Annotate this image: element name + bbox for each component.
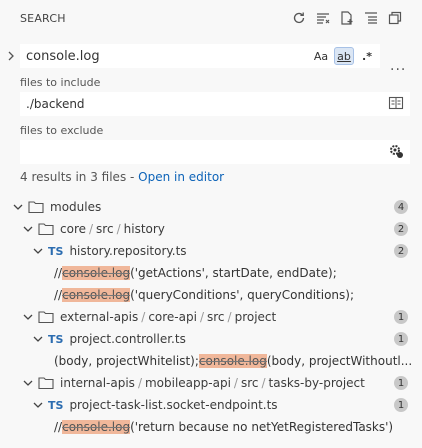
path-segment: project bbox=[234, 310, 277, 324]
match-row[interactable]: // console.log ('queryConditions', queryC… bbox=[0, 284, 422, 306]
typescript-file-icon: TS bbox=[48, 398, 64, 412]
path-segment: tasks-by-project bbox=[268, 376, 365, 390]
path-segment: src bbox=[240, 376, 259, 390]
file-name: project.controller.ts bbox=[69, 332, 186, 346]
match-row[interactable]: // console.log ('getActions', startDate, … bbox=[0, 262, 422, 284]
chevron-down-icon bbox=[32, 333, 44, 345]
refresh-icon[interactable] bbox=[290, 9, 308, 27]
folder-icon bbox=[38, 310, 54, 324]
folder-row[interactable]: internal-apis / mobileapp-api / src / tasks… bbox=[0, 372, 422, 394]
search-header: SEARCH bbox=[0, 0, 422, 36]
include-field bbox=[20, 92, 410, 116]
match-highlight: console.log bbox=[62, 288, 131, 302]
path-segment: internal-apis bbox=[60, 376, 135, 390]
folder-row[interactable]: core / src / history 2 bbox=[0, 218, 422, 240]
search-box: Aa ab .* bbox=[20, 44, 380, 68]
chevron-down-icon bbox=[22, 377, 34, 389]
path-segment: external-apis bbox=[60, 310, 139, 324]
file-row[interactable]: TS project.controller.ts 1 bbox=[0, 328, 422, 350]
count-badge: 2 bbox=[394, 222, 408, 236]
include-input[interactable] bbox=[26, 97, 388, 111]
count-badge: 1 bbox=[394, 310, 408, 324]
typescript-file-icon: TS bbox=[48, 332, 64, 346]
match-case-button[interactable]: Aa bbox=[311, 47, 331, 65]
open-editors-only-icon[interactable] bbox=[388, 96, 404, 113]
match-prefix: // bbox=[54, 420, 63, 434]
results-count: 4 results in 3 files - bbox=[20, 170, 139, 184]
toggle-search-details-icon[interactable]: ··· bbox=[390, 62, 406, 78]
chevron-down-icon bbox=[32, 245, 44, 257]
match-row[interactable]: (body, projectWhitelist); console.log (bo… bbox=[0, 350, 422, 372]
match-row[interactable]: // console.log ('return because no netYet… bbox=[0, 416, 422, 438]
header-actions bbox=[290, 9, 404, 27]
whole-word-button[interactable]: ab bbox=[334, 47, 354, 65]
typescript-file-icon: TS bbox=[48, 244, 64, 258]
chevron-down-icon bbox=[12, 201, 24, 213]
open-in-editor-icon[interactable] bbox=[386, 9, 404, 27]
use-exclude-settings-icon[interactable] bbox=[388, 143, 404, 162]
match-suffix: ('getActions', startDate, endDate); bbox=[130, 266, 337, 280]
open-in-editor-link[interactable]: Open in editor bbox=[138, 170, 224, 184]
new-search-editor-icon[interactable] bbox=[338, 9, 356, 27]
count-badge: 1 bbox=[394, 398, 408, 412]
whole-word-label: ab bbox=[337, 49, 351, 63]
folder-icon bbox=[38, 376, 54, 390]
match-highlight: console.log bbox=[198, 354, 267, 368]
chevron-down-icon bbox=[32, 399, 44, 411]
file-row[interactable]: TS history.repository.ts 2 bbox=[0, 240, 422, 262]
collapse-all-icon[interactable] bbox=[362, 9, 380, 27]
panel-title: SEARCH bbox=[20, 11, 66, 25]
match-suffix: ('queryConditions', queryConditions); bbox=[130, 288, 355, 302]
path-segment: core bbox=[60, 222, 86, 236]
path-segment: mobileapp-api bbox=[144, 376, 231, 390]
chevron-down-icon bbox=[22, 311, 34, 323]
count-badge: 2 bbox=[394, 244, 408, 258]
count-badge: 1 bbox=[394, 376, 408, 390]
file-name: project-task-list.socket-endpoint.ts bbox=[69, 398, 278, 412]
file-row[interactable]: TS project-task-list.socket-endpoint.ts … bbox=[0, 394, 422, 416]
count-badge: 1 bbox=[394, 332, 408, 346]
match-suffix: ('return because no netYetRegisteredTask… bbox=[130, 420, 394, 434]
folder-row[interactable]: modules 4 bbox=[0, 196, 422, 218]
exclude-input[interactable] bbox=[26, 145, 388, 159]
folder-row[interactable]: external-apis / core-api / src / project 1 bbox=[0, 306, 422, 328]
path-segment: history bbox=[123, 222, 165, 236]
chevron-down-icon bbox=[22, 223, 34, 235]
match-suffix: (body, projectWithoutl... bbox=[266, 354, 413, 368]
results-tree: modules 4 core / src / history 2 TS histor… bbox=[0, 196, 422, 438]
include-label: files to include bbox=[20, 76, 101, 89]
match-highlight: console.log bbox=[62, 420, 131, 434]
match-prefix: (body, projectWhitelist); bbox=[54, 354, 199, 368]
exclude-field bbox=[20, 140, 410, 164]
results-summary: 4 results in 3 files - Open in editor bbox=[20, 170, 224, 184]
match-prefix: // bbox=[54, 266, 63, 280]
folder-icon bbox=[38, 222, 54, 236]
folder-name: modules bbox=[50, 200, 102, 214]
count-badge: 4 bbox=[394, 200, 408, 214]
match-prefix: // bbox=[54, 288, 63, 302]
file-name: history.repository.ts bbox=[69, 244, 187, 258]
match-highlight: console.log bbox=[62, 266, 131, 280]
regex-button[interactable]: .* bbox=[357, 47, 377, 65]
exclude-label: files to exclude bbox=[20, 124, 104, 137]
path-segment: src bbox=[96, 222, 114, 236]
toggle-replace-chevron-icon[interactable] bbox=[5, 46, 17, 66]
folder-icon bbox=[28, 200, 44, 214]
search-input[interactable] bbox=[26, 48, 311, 64]
clear-results-icon[interactable] bbox=[314, 9, 332, 27]
path-segment: core-api bbox=[148, 310, 197, 324]
path-segment: src bbox=[207, 310, 225, 324]
